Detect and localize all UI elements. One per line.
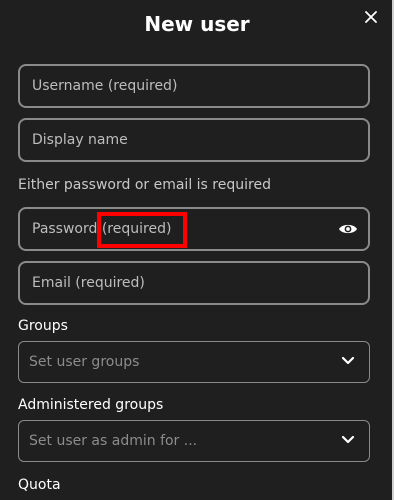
toggle-password-visibility-button[interactable] xyxy=(338,220,358,238)
email-input[interactable] xyxy=(32,263,332,303)
username-field-box xyxy=(18,64,370,108)
quota-label: Quota xyxy=(18,477,61,493)
close-button[interactable] xyxy=(359,5,383,29)
display-name-field-box xyxy=(18,118,370,162)
password-input[interactable] xyxy=(32,209,332,249)
chevron-down-icon xyxy=(341,356,355,365)
display-name-input[interactable] xyxy=(32,120,332,160)
administered-groups-select[interactable]: Set user as admin for ... xyxy=(18,420,370,462)
groups-label: Groups xyxy=(18,318,68,334)
dialog-title: New user xyxy=(144,12,250,36)
password-field-box xyxy=(18,207,370,251)
chevron-down-icon xyxy=(341,435,355,444)
new-user-dialog: New user Either password or email is req… xyxy=(0,0,394,500)
close-icon xyxy=(365,11,377,23)
password-email-hint: Either password or email is required xyxy=(18,177,271,193)
groups-select[interactable]: Set user groups xyxy=(18,341,370,383)
username-input[interactable] xyxy=(32,66,332,106)
administered-groups-select-placeholder: Set user as admin for ... xyxy=(29,433,198,449)
email-field-box xyxy=(18,261,370,305)
eye-icon xyxy=(339,224,357,234)
administered-groups-label: Administered groups xyxy=(18,397,164,413)
groups-select-placeholder: Set user groups xyxy=(29,354,140,370)
